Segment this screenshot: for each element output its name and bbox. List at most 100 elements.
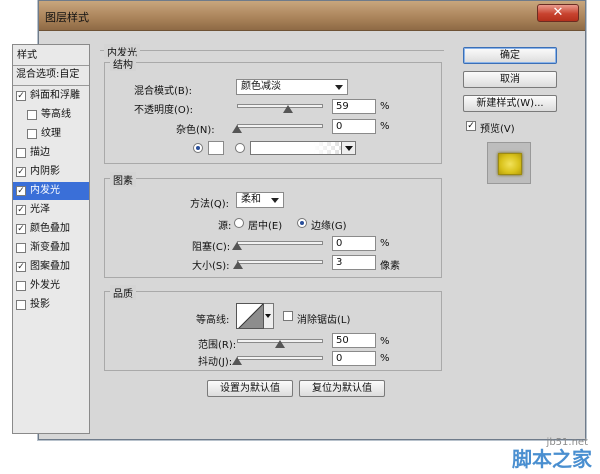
- anti-alias-checkbox[interactable]: [283, 311, 293, 321]
- opacity-input[interactable]: 59: [332, 99, 376, 114]
- gradient-radio[interactable]: [235, 143, 245, 153]
- blend-mode-value: 颜色减淡: [241, 81, 281, 92]
- style-list-header-label: 样式: [17, 50, 37, 61]
- title-bar[interactable]: 图层样式 ✕: [39, 1, 585, 31]
- style-list-item[interactable]: 渐变叠加: [13, 239, 89, 257]
- blend-mode-select[interactable]: 颜色减淡: [236, 79, 348, 95]
- source-center-radio[interactable]: [234, 218, 244, 228]
- jitter-input[interactable]: 0: [332, 351, 376, 366]
- jitter-slider-track[interactable]: [237, 356, 323, 360]
- style-checkbox[interactable]: [16, 148, 26, 158]
- new-style-button[interactable]: 新建样式(W)...: [463, 95, 557, 112]
- contour-label: 等高线:: [196, 315, 230, 326]
- glow-color-swatch[interactable]: [208, 141, 224, 155]
- style-list-item[interactable]: ✓ 内阴影: [13, 163, 89, 181]
- jitter-label: 抖动(J):: [198, 357, 233, 368]
- style-preview-thumbnail: [487, 142, 531, 184]
- range-slider-thumb[interactable]: [275, 340, 285, 348]
- style-checkbox[interactable]: [27, 129, 37, 139]
- style-list-item[interactable]: 投影: [13, 296, 89, 314]
- size-input[interactable]: 3: [332, 255, 376, 270]
- contour-curve-icon: [238, 304, 263, 328]
- style-list-item-label: 渐变叠加: [30, 242, 70, 253]
- size-unit: 像素: [380, 261, 400, 272]
- divider: [100, 50, 444, 51]
- opacity-slider-thumb[interactable]: [282, 105, 293, 113]
- source-edge-radio[interactable]: [297, 218, 307, 228]
- size-slider-thumb[interactable]: [233, 261, 244, 269]
- style-list-item[interactable]: ✓ 内发光: [13, 182, 89, 200]
- style-list: 样式 混合选项:自定 ✓ 斜面和浮雕 等高线 纹理 描边 ✓ 内阴影 ✓ 内发光 ✓ 光泽 ✓ 颜色叠加…: [12, 44, 90, 434]
- preview-checkbox[interactable]: ✓: [466, 121, 476, 131]
- style-checkbox[interactable]: [16, 243, 26, 253]
- blend-options-item[interactable]: 混合选项:自定: [13, 66, 89, 84]
- chevron-down-icon[interactable]: [341, 142, 355, 154]
- style-list-item-label: 内发光: [30, 185, 60, 196]
- divider: [13, 85, 89, 86]
- opacity-unit: %: [380, 101, 390, 112]
- jitter-slider-thumb[interactable]: [232, 357, 242, 365]
- quality-title: 品质: [110, 285, 136, 300]
- opacity-label: 不透明度(O):: [134, 105, 194, 116]
- noise-unit: %: [380, 121, 390, 132]
- style-list-item[interactable]: ✓ 光泽: [13, 201, 89, 219]
- choke-unit: %: [380, 238, 390, 249]
- technique-label: 方法(Q):: [190, 199, 230, 210]
- style-list-item-label: 图案叠加: [30, 261, 70, 272]
- style-list-item-label: 描边: [30, 147, 50, 158]
- contour-dropdown[interactable]: [264, 303, 274, 329]
- solid-color-radio[interactable]: [193, 143, 203, 153]
- close-button[interactable]: ✕: [537, 4, 579, 22]
- style-checkbox[interactable]: [16, 300, 26, 310]
- opacity-slider-track[interactable]: [237, 104, 323, 108]
- style-list-item-label: 投影: [30, 299, 50, 310]
- style-list-item-label: 外发光: [30, 280, 60, 291]
- style-list-item-label: 斜面和浮雕: [30, 90, 80, 101]
- source-center-label[interactable]: 居中(E): [248, 217, 282, 232]
- make-default-button[interactable]: 设置为默认值: [207, 380, 293, 397]
- contour-picker[interactable]: [236, 303, 264, 329]
- style-list-item[interactable]: ✓ 颜色叠加: [13, 220, 89, 238]
- style-checkbox[interactable]: ✓: [16, 262, 26, 272]
- jitter-unit: %: [380, 353, 390, 364]
- size-slider-track[interactable]: [237, 260, 323, 264]
- style-checkbox[interactable]: ✓: [16, 224, 26, 234]
- choke-slider-track[interactable]: [237, 241, 323, 245]
- style-checkbox[interactable]: [16, 281, 26, 291]
- style-checkbox[interactable]: [27, 110, 37, 120]
- preview-label[interactable]: 预览(V): [480, 120, 515, 135]
- source-edge-label[interactable]: 边缘(G): [311, 217, 347, 232]
- ok-button[interactable]: 确定: [463, 47, 557, 64]
- style-list-item-label: 等高线: [41, 109, 71, 120]
- style-list-item[interactable]: 等高线: [13, 106, 89, 124]
- style-list-item[interactable]: ✓ 斜面和浮雕: [13, 87, 89, 105]
- preview-swatch: [498, 153, 522, 175]
- style-list-item-label: 纹理: [41, 128, 61, 139]
- size-label: 大小(S):: [192, 261, 230, 272]
- chevron-down-icon: [271, 198, 279, 203]
- anti-alias-label[interactable]: 消除锯齿(L): [297, 311, 350, 326]
- choke-slider-thumb[interactable]: [232, 242, 242, 250]
- choke-input[interactable]: 0: [332, 236, 376, 251]
- style-checkbox[interactable]: ✓: [16, 91, 26, 101]
- style-checkbox[interactable]: ✓: [16, 205, 26, 215]
- window-title: 图层样式: [45, 11, 89, 24]
- style-list-item-label: 颜色叠加: [30, 223, 70, 234]
- style-checkbox[interactable]: ✓: [16, 167, 26, 177]
- elements-title: 图素: [110, 172, 136, 187]
- gradient-picker[interactable]: [250, 141, 356, 155]
- style-list-item[interactable]: 纹理: [13, 125, 89, 143]
- cancel-button[interactable]: 取消: [463, 71, 557, 88]
- range-input[interactable]: 50: [332, 333, 376, 348]
- technique-select[interactable]: 柔和: [236, 192, 284, 208]
- style-checkbox[interactable]: ✓: [16, 186, 26, 196]
- style-list-item[interactable]: ✓ 图案叠加: [13, 258, 89, 276]
- style-list-item[interactable]: 外发光: [13, 277, 89, 295]
- noise-slider-track[interactable]: [237, 124, 323, 128]
- noise-slider-thumb[interactable]: [232, 125, 242, 133]
- style-list-item[interactable]: 描边: [13, 144, 89, 162]
- reset-default-button[interactable]: 复位为默认值: [299, 380, 385, 397]
- blend-options-label: 混合选项:自定: [16, 69, 80, 80]
- noise-input[interactable]: 0: [332, 119, 376, 134]
- range-unit: %: [380, 336, 390, 347]
